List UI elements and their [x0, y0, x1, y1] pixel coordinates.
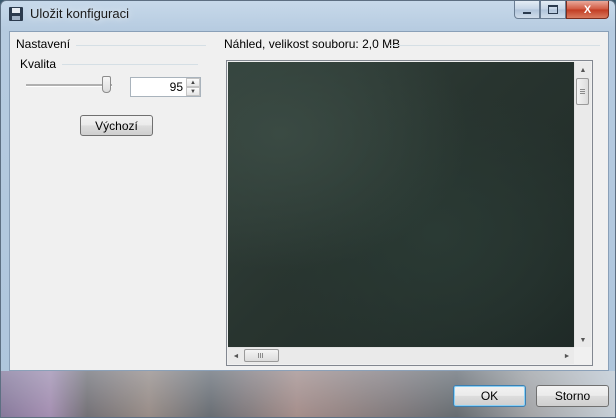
- scroll-left-arrow-icon[interactable]: ◄: [230, 350, 242, 362]
- quality-label: Kvalita: [20, 57, 63, 71]
- settings-group-label: Nastavení: [16, 37, 77, 51]
- vertical-scrollbar[interactable]: ▲ ▼: [574, 62, 591, 348]
- grip-line: [260, 353, 261, 358]
- vertical-scroll-thumb[interactable]: [576, 78, 589, 105]
- preview-group-line: [390, 45, 600, 46]
- preview-image: [228, 62, 575, 348]
- close-button[interactable]: X: [566, 1, 609, 19]
- window-title: Uložit konfiguraci: [30, 6, 129, 21]
- quality-up-button[interactable]: ▲: [186, 78, 200, 87]
- title-bar[interactable]: Uložit konfiguraci X: [1, 1, 615, 27]
- caption-buttons: X: [514, 1, 609, 20]
- horizontal-scroll-thumb[interactable]: [244, 349, 279, 362]
- minimize-icon: [523, 11, 531, 14]
- scrollbar-corner: [574, 347, 591, 364]
- grip-line: [258, 353, 259, 358]
- ok-label: OK: [480, 389, 499, 403]
- close-icon: X: [583, 3, 592, 16]
- preview-label: Náhled, velikost souboru: 2,0 MB: [224, 37, 407, 51]
- dialog-client-area: Nastavení Kvalita ▲ ▼ Výchozí Náhled, ve…: [9, 31, 609, 371]
- cancel-label: Storno: [554, 389, 591, 403]
- chevron-up-icon: ▲: [190, 79, 196, 86]
- floppy-disk-icon: [9, 7, 23, 21]
- grip-line: [580, 89, 585, 90]
- default-settings-label: Výchozí: [95, 118, 138, 133]
- preview-pane[interactable]: ▲ ▼ ◄ ►: [226, 60, 593, 366]
- scroll-down-arrow-icon[interactable]: ▼: [577, 334, 589, 346]
- quality-down-button[interactable]: ▼: [186, 87, 200, 96]
- chevron-down-icon: ▼: [190, 88, 196, 95]
- quality-stepper[interactable]: ▲ ▼: [130, 77, 201, 97]
- horizontal-scrollbar[interactable]: ◄ ►: [228, 347, 575, 364]
- quality-slider-thumb[interactable]: [102, 76, 111, 93]
- grip-line: [262, 353, 263, 358]
- grip-line: [580, 91, 585, 92]
- maximize-button[interactable]: [540, 1, 566, 19]
- dialog-window: Uložit konfiguraci X Nastavení Kvalita ▲: [0, 0, 616, 418]
- ok-button[interactable]: OK: [453, 385, 526, 407]
- maximize-icon: [548, 5, 558, 14]
- scroll-right-arrow-icon[interactable]: ►: [561, 350, 573, 362]
- grip-line: [580, 93, 585, 94]
- scroll-up-arrow-icon[interactable]: ▲: [577, 64, 589, 76]
- default-settings-button[interactable]: Výchozí: [80, 115, 153, 136]
- minimize-button[interactable]: [514, 1, 540, 19]
- quality-input[interactable]: [131, 78, 185, 96]
- cancel-button[interactable]: Storno: [536, 385, 609, 407]
- quality-slider-track[interactable]: [26, 84, 112, 87]
